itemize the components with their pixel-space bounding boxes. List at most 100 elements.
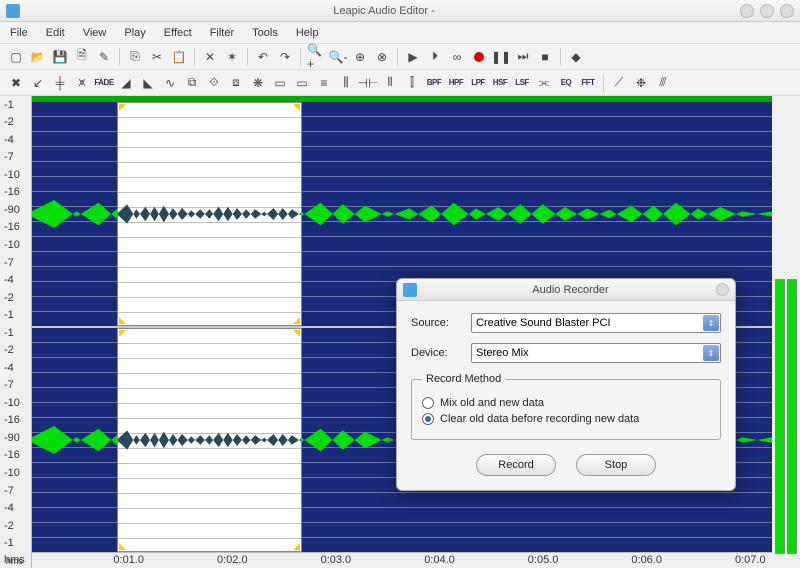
fadeout-icon[interactable]: ◣ xyxy=(138,73,158,93)
db-label: -1 xyxy=(4,537,31,549)
time-unit-label: hms xyxy=(6,556,23,566)
noise-icon[interactable]: ⟋ xyxy=(609,73,629,93)
maximize-icon[interactable] xyxy=(760,4,774,18)
denoise-icon[interactable]: ❉ xyxy=(631,73,651,93)
chorus-icon[interactable]: ❋ xyxy=(248,73,268,93)
save-icon[interactable]: 💾 xyxy=(50,47,70,67)
chevron-updown-icon[interactable]: ⇕ xyxy=(703,345,719,361)
menu-tools[interactable]: Tools xyxy=(252,27,278,39)
hsf-icon[interactable]: HSF xyxy=(490,73,510,93)
db-label: -1 xyxy=(4,327,31,339)
trim-icon[interactable]: ⫿ xyxy=(402,73,422,93)
db-label: -2 xyxy=(4,116,31,128)
save-as-icon[interactable]: 🗎 xyxy=(72,47,92,67)
redo-icon[interactable]: ↷ xyxy=(275,47,295,67)
zoom-sel-icon[interactable]: ⊕ xyxy=(350,47,370,67)
expand-icon[interactable]: ⫼ xyxy=(336,73,356,93)
db-label: -4 xyxy=(4,362,31,374)
amplify-icon[interactable]: ⩙ xyxy=(72,73,92,93)
notch-icon[interactable]: ⫘ xyxy=(534,73,554,93)
copy-icon[interactable]: ⎘ xyxy=(125,47,145,67)
new-icon[interactable]: ▢ xyxy=(6,47,26,67)
device-dropdown[interactable]: Stereo Mix ⇕ xyxy=(471,343,721,363)
db-label: -16 xyxy=(4,221,31,233)
meter-right xyxy=(787,279,797,554)
menu-filter[interactable]: Filter xyxy=(210,27,234,39)
menu-file[interactable]: File xyxy=(10,27,28,39)
compress-icon[interactable]: ≡ xyxy=(314,73,334,93)
dialog-close-icon[interactable] xyxy=(716,283,729,296)
stretch-icon[interactable]: ⧈ xyxy=(226,73,246,93)
minimize-icon[interactable] xyxy=(740,4,754,18)
menu-bar: File Edit View Play Effect Filter Tools Help xyxy=(0,22,800,44)
db-label: -90 xyxy=(4,204,31,216)
db-ruler: -1-2-4-7-10-16-90-16-10-7-4-2-1 -1-2-4-7… xyxy=(0,96,32,568)
level-meters xyxy=(772,96,800,568)
selection-region[interactable] xyxy=(117,102,302,326)
pitch-icon[interactable]: ⟐ xyxy=(204,73,224,93)
app-icon xyxy=(6,4,20,18)
lsf-icon[interactable]: LSF xyxy=(512,73,532,93)
paste-icon[interactable]: 📋 xyxy=(169,47,189,67)
vibrato-icon[interactable]: ∿ xyxy=(160,73,180,93)
radio-clear-old[interactable]: Clear old data before recording new data xyxy=(422,413,710,425)
toolbar-effects: ✖↙╪⩙FADE◢◣∿⧉⟐⧈❋▭▭≡⫼⊣⊢⦀⫿BPFHPFLPFHSFLSF⫘E… xyxy=(0,70,800,96)
db-label: -2 xyxy=(4,292,31,304)
undo-icon[interactable]: ↶ xyxy=(253,47,273,67)
zoom-fit-icon[interactable]: ⊗ xyxy=(372,47,392,67)
play-icon[interactable]: ▶ xyxy=(403,47,423,67)
resample-icon[interactable]: ✖ xyxy=(6,73,26,93)
db-label: -16 xyxy=(4,414,31,426)
radio-icon[interactable] xyxy=(422,397,434,409)
silence-icon[interactable]: ⦀ xyxy=(380,73,400,93)
flanger-icon[interactable]: ▭ xyxy=(270,73,290,93)
wand-icon[interactable]: ✎ xyxy=(94,47,114,67)
radio-mix-old-new[interactable]: Mix old and new data xyxy=(422,397,710,409)
zoom-out-icon[interactable]: 🔍- xyxy=(328,47,348,67)
cut-icon[interactable]: ✂ xyxy=(147,47,167,67)
record-button[interactable]: Record xyxy=(476,454,556,476)
fade-icon[interactable]: FADE xyxy=(94,73,114,93)
menu-edit[interactable]: Edit xyxy=(46,27,65,39)
dialog-titlebar[interactable]: Audio Recorder xyxy=(397,279,735,301)
next-icon[interactable]: ⏭ xyxy=(513,47,533,67)
menu-play[interactable]: Play xyxy=(124,27,145,39)
reverse-icon[interactable]: ↙ xyxy=(28,73,48,93)
stop-icon[interactable]: ■ xyxy=(535,47,555,67)
delete-icon[interactable]: ✕ xyxy=(200,47,220,67)
menu-help[interactable]: Help xyxy=(296,27,319,39)
stop-button[interactable]: Stop xyxy=(576,454,656,476)
bpf-icon[interactable]: BPF xyxy=(424,73,444,93)
delay-icon[interactable]: ⧉ xyxy=(182,73,202,93)
db-label: -7 xyxy=(4,257,31,269)
menu-view[interactable]: View xyxy=(83,27,107,39)
crop-icon[interactable]: ✶ xyxy=(222,47,242,67)
normalize-icon[interactable]: ╪ xyxy=(50,73,70,93)
analyze-icon[interactable]: ⫻ xyxy=(653,73,673,93)
selection-region[interactable] xyxy=(117,328,302,552)
db-label: -10 xyxy=(4,169,31,181)
fadein-icon[interactable]: ◢ xyxy=(116,73,136,93)
chevron-updown-icon[interactable]: ⇕ xyxy=(703,315,719,331)
invert-icon[interactable]: ⊣⊢ xyxy=(358,73,378,93)
pause-icon[interactable]: ❚❚ xyxy=(491,47,511,67)
lpf-icon[interactable]: LPF xyxy=(468,73,488,93)
record-method-legend: Record Method xyxy=(422,373,505,385)
source-dropdown[interactable]: Creative Sound Blaster PCI ⇕ xyxy=(471,313,721,333)
fft-icon[interactable]: FFT xyxy=(578,73,598,93)
db-label: -4 xyxy=(4,502,31,514)
zoom-in-icon[interactable]: 🔍+ xyxy=(306,47,326,67)
phaser-icon[interactable]: ▭ xyxy=(292,73,312,93)
menu-effect[interactable]: Effect xyxy=(164,27,192,39)
open-icon[interactable]: 📂 xyxy=(28,47,48,67)
help-icon[interactable]: ◆ xyxy=(566,47,586,67)
audio-recorder-dialog: Audio Recorder Source: Creative Sound Bl… xyxy=(396,278,736,491)
close-icon[interactable] xyxy=(780,4,794,18)
loop-icon[interactable]: ∞ xyxy=(447,47,467,67)
radio-icon[interactable] xyxy=(422,413,434,425)
eq-icon[interactable]: EQ xyxy=(556,73,576,93)
time-tick: 0:03.0 xyxy=(321,554,352,566)
hpf-icon[interactable]: HPF xyxy=(446,73,466,93)
record-icon[interactable] xyxy=(469,47,489,67)
play-start-icon[interactable]: ⏵ xyxy=(425,47,445,67)
